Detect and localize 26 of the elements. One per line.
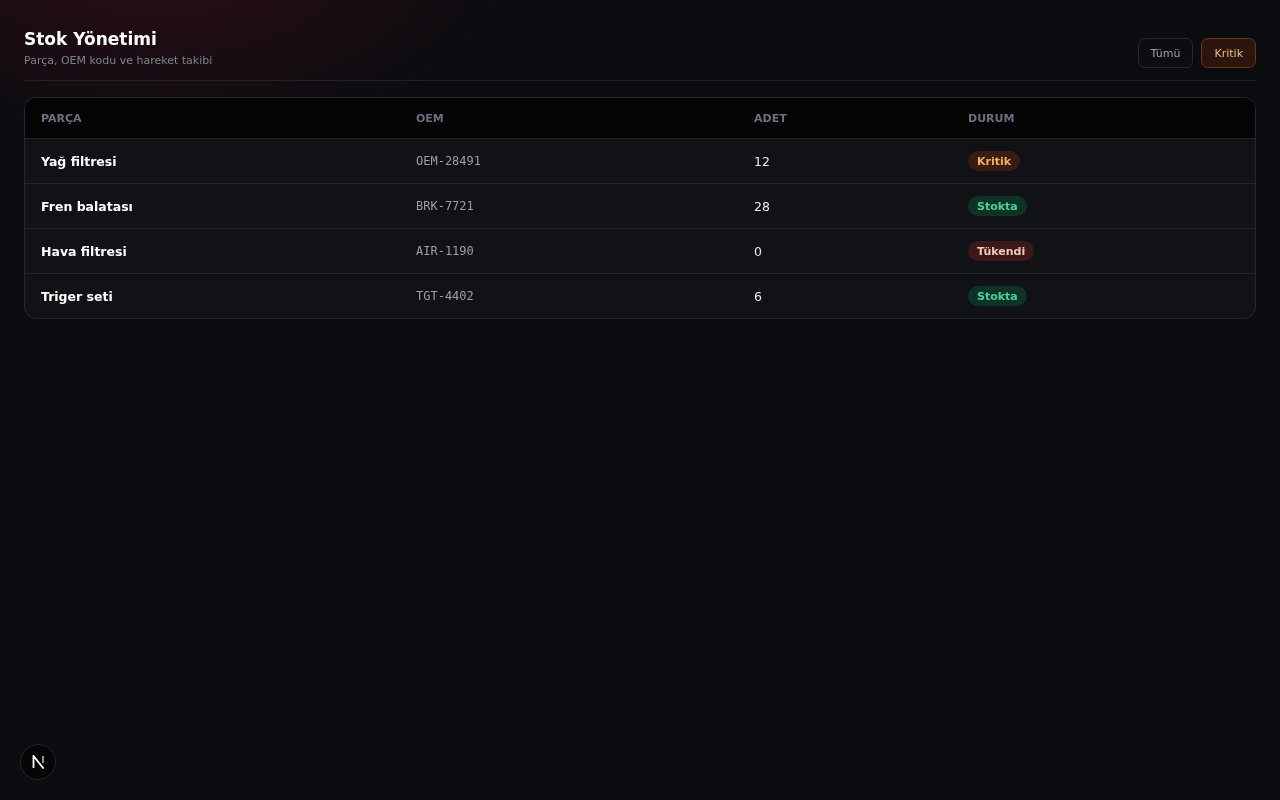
- quantity-value: 0: [754, 243, 762, 259]
- dev-tools-button[interactable]: [20, 744, 56, 780]
- column-header: ADET: [753, 111, 788, 125]
- part-name: Hava filtresi: [41, 243, 127, 259]
- oem-code: OEM-28491: [416, 154, 482, 168]
- status-badge: Stokta: [968, 286, 1027, 306]
- part-name: Triger seti: [41, 288, 113, 304]
- column-header: PARÇA: [40, 111, 83, 125]
- filter-button[interactable]: Kritik: [1201, 38, 1256, 68]
- page-subtitle: Parça, OEM kodu ve hareket takibi: [24, 54, 213, 68]
- status-badge: Kritik: [968, 151, 1021, 171]
- page-title: Stok Yönetimi: [24, 28, 158, 50]
- oem-code: AIR-1190: [416, 244, 474, 258]
- logo-icon: [31, 755, 45, 769]
- quantity-value: 28: [754, 198, 770, 214]
- status-badge: Tükendi: [968, 241, 1035, 261]
- quantity-value: 6: [754, 288, 762, 304]
- column-header: OEM: [415, 111, 445, 125]
- status-badge: Stokta: [968, 196, 1027, 216]
- filter-button[interactable]: Tümü: [1137, 38, 1194, 68]
- part-name: Yağ filtresi: [41, 153, 117, 169]
- part-name: Fren balatası: [41, 198, 133, 214]
- quantity-value: 12: [754, 153, 770, 169]
- oem-code: TGT-4402: [416, 289, 474, 303]
- column-header: DURUM: [967, 111, 1016, 125]
- oem-code: BRK-7721: [416, 199, 474, 213]
